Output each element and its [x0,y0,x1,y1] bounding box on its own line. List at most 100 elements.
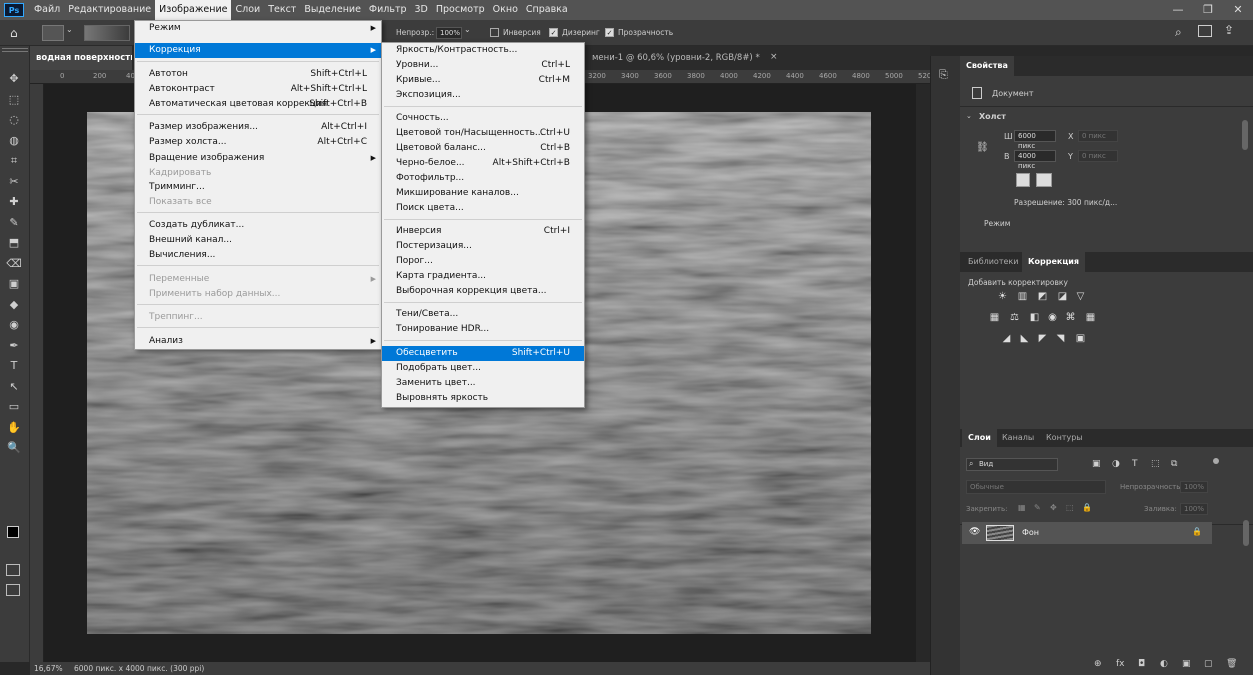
adjustment-icon-9[interactable]: ⌘ [1064,312,1077,324]
adjustment-icon-14[interactable]: ◥ [1054,333,1067,345]
adjustment-icon-6[interactable]: ⚖ [1008,312,1021,324]
tool-icon-7[interactable]: ✎ [6,216,22,230]
tool-icon-18[interactable]: 🔍 [6,441,22,455]
tool-icon-3[interactable]: ◍ [6,134,22,148]
correction_menu-item[interactable]: Заменить цвет... [382,376,584,391]
correction_menu-item[interactable]: Порог... [382,254,584,269]
layer-action-icon-5[interactable]: ▢ [1204,659,1213,669]
correction_menu-item[interactable]: Подобрать цвет... [382,361,584,376]
tool-icon-16[interactable]: ▭ [6,400,22,414]
adjustment-icon-3[interactable]: ◪ [1056,291,1069,303]
workspace-icon[interactable] [1198,25,1212,37]
opacity-input[interactable]: 100% [436,27,462,39]
checkbox[interactable]: ✓ [605,28,614,37]
quick-mask-icon[interactable] [6,564,20,576]
layer-search-input[interactable]: Вид [966,458,1058,471]
menu-item-3[interactable]: Слои [231,0,264,20]
tool-icon-5[interactable]: ✂ [6,175,22,189]
image_menu-item[interactable]: Размер холста... Alt+Ctrl+C [135,135,381,150]
layer-action-icon-0[interactable]: ⊕ [1094,659,1102,669]
image_menu-item[interactable]: Размер изображения... Alt+Ctrl+I [135,120,381,135]
filter-image-icon[interactable]: ▣ [1092,459,1101,469]
layer-name[interactable]: Фон [1022,528,1039,537]
correction_menu-item[interactable]: Цветовой баланс... Ctrl+B [382,141,584,156]
opacity-dropdown-icon[interactable]: ⌄ [464,25,476,39]
tool-icon-17[interactable]: ✋ [6,421,22,435]
adjustment-icon-13[interactable]: ◤ [1036,333,1049,345]
tool-icon-4[interactable]: ⌗ [6,154,22,168]
layer-opacity-input[interactable]: 100% [1180,481,1208,493]
correction_menu-item[interactable]: Выровнять яркость [382,391,584,406]
chevron-down-icon[interactable]: ⌄ [66,25,73,34]
history-icon[interactable]: ⎘ [939,68,948,82]
tool-icon-13[interactable]: ✒ [6,339,22,353]
correction_menu-item[interactable]: Уровни... Ctrl+L [382,58,584,73]
filter-smart-icon[interactable]: ⧉ [1171,459,1177,469]
tab-layers[interactable]: Слои [962,429,997,447]
adjustment-icon-0[interactable]: ☀ [996,291,1009,303]
menu-item-6[interactable]: Фильтр [365,0,411,20]
blend-mode-select[interactable]: Обычные [966,480,1106,494]
document-tab[interactable]: мени-1 @ 60,6% (уровни-2, RGB/8#) * [586,46,766,70]
image_menu-item[interactable]: Режим ▶ [135,21,381,36]
correction_menu-item[interactable]: Кривые... Ctrl+M [382,73,584,88]
layer-action-icon-1[interactable]: fx [1116,659,1125,669]
adjustment-icon-5[interactable]: ▦ [988,312,1001,324]
tool-icon-14[interactable]: T [6,359,22,373]
image_menu-item[interactable]: Вращение изображения ▶ [135,151,381,166]
menu-item-1[interactable]: Редактирование [64,0,155,20]
menu-item-10[interactable]: Справка [522,0,572,20]
correction_menu-item[interactable]: Черно-белое... Alt+Shift+Ctrl+B [382,156,584,171]
collapse-icon[interactable]: ⌄ [966,112,972,120]
menu-item-8[interactable]: Просмотр [432,0,489,20]
image_menu-item[interactable]: Автоконтраст Alt+Shift+Ctrl+L [135,82,381,97]
image_menu-item[interactable]: Автотон Shift+Ctrl+L [135,67,381,82]
filter-text-icon[interactable]: T [1132,459,1138,469]
layer-action-icon-3[interactable]: ◐ [1160,659,1168,669]
image_menu-item[interactable]: Анализ ▶ [135,334,381,349]
width-field[interactable]: 6000 пикс [1014,130,1056,150]
correction_menu-item[interactable]: Поиск цвета... [382,201,584,216]
close-button[interactable]: ✕ [1223,0,1253,20]
correction_menu-item[interactable]: Тени/Света... [382,307,584,322]
image_menu-item[interactable]: Автоматическая цветовая коррекция Shift+C… [135,97,381,112]
lock-position-icon[interactable]: ✥ [1050,503,1057,512]
checkbox[interactable]: ✓ [549,28,558,37]
minimize-button[interactable]: — [1163,0,1193,20]
screen-mode-icon[interactable] [6,584,20,596]
tool-icon-11[interactable]: ◆ [6,298,22,312]
correction_menu-item[interactable]: Тонирование HDR... [382,322,584,337]
adjustment-icon-4[interactable]: ▽ [1074,291,1087,303]
menu-item-5[interactable]: Выделение [300,0,365,20]
correction_menu-item[interactable]: Инверсия Ctrl+I [382,224,584,239]
filter-toggle-icon[interactable] [1213,458,1219,464]
tool-icon-15[interactable]: ↖ [6,380,22,394]
image_menu-item[interactable]: Тримминг... [135,180,381,195]
portrait-orientation-icon[interactable] [1016,173,1030,187]
tab-channels[interactable]: Каналы [996,429,1040,447]
zoom-level[interactable]: 16,67% [34,662,63,675]
tool-icon-0[interactable]: ✥ [6,72,22,86]
height-field[interactable]: 4000 пикс [1014,150,1056,170]
adjustment-icon-2[interactable]: ◩ [1036,291,1049,303]
tab-libraries[interactable]: Библиотеки [962,252,1024,272]
y-field[interactable]: 0 пикс [1078,150,1118,162]
gradient-preview[interactable] [84,25,130,41]
correction_menu-item[interactable]: Обесцветить Shift+Ctrl+U [382,346,584,361]
preset-picker[interactable] [42,25,64,41]
layer-action-icon-2[interactable]: ◘ [1138,659,1145,669]
layers-scrollbar[interactable] [1243,520,1249,546]
share-icon[interactable]: ⇪ [1224,23,1234,37]
lock-artboard-icon[interactable]: ⬚ [1066,503,1074,512]
tab-paths[interactable]: Контуры [1040,429,1089,447]
filter-adjustment-icon[interactable]: ◑ [1112,459,1120,469]
layer-action-icon-4[interactable]: ▣ [1182,659,1191,669]
adjustment-icon-11[interactable]: ◢ [1000,333,1013,345]
toolbar-grip[interactable] [2,48,28,52]
tool-icon-1[interactable]: ⬚ [6,93,22,107]
tool-icon-2[interactable]: ◌ [6,113,22,127]
close-tab-icon[interactable]: × [770,52,778,62]
foreground-color-swatch[interactable] [7,526,19,538]
tab-adjustments[interactable]: Коррекция [1022,252,1086,272]
adjustment-icon-15[interactable]: ▣ [1074,333,1087,345]
